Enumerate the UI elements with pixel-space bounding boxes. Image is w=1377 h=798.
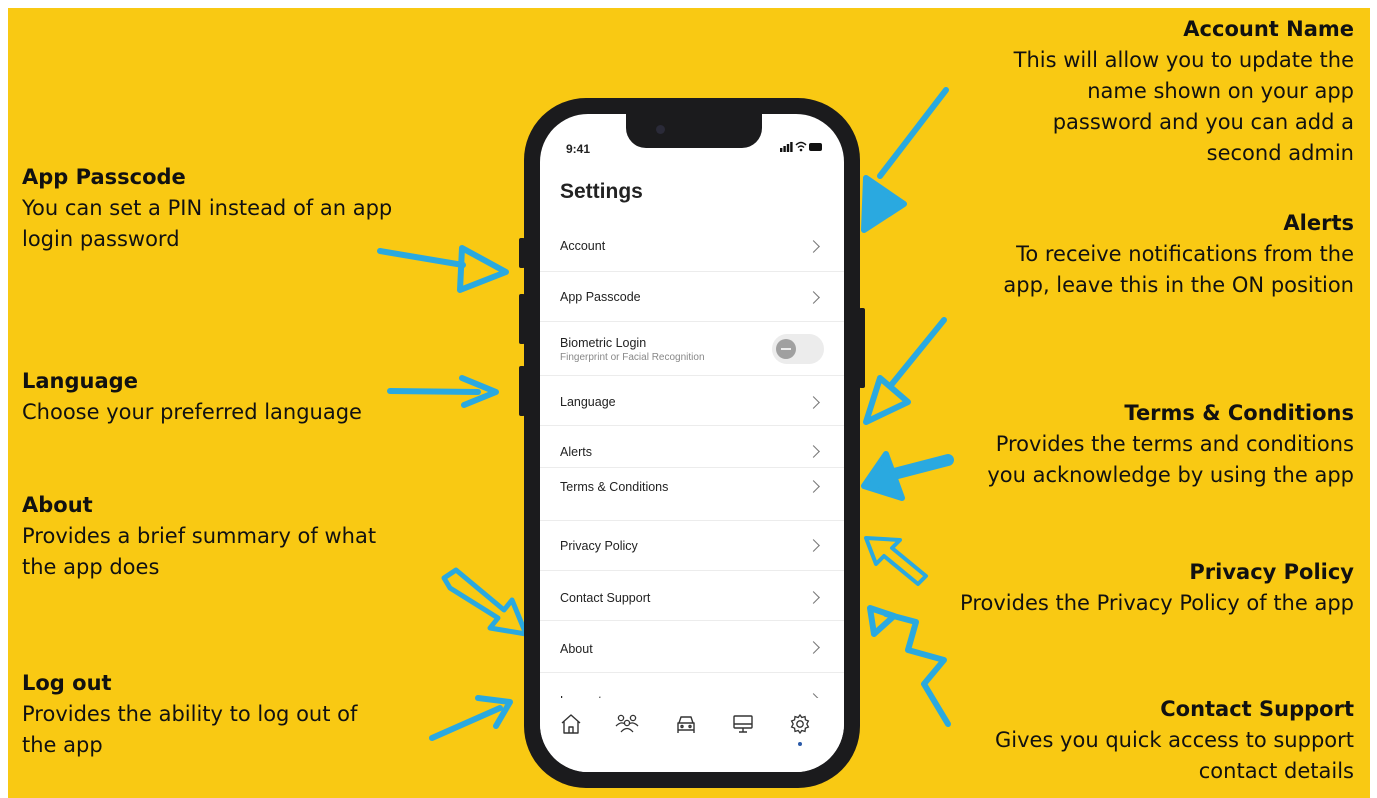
home-icon[interactable] bbox=[557, 710, 585, 738]
annotation-heading: Language bbox=[22, 369, 138, 393]
settings-title: Settings bbox=[560, 180, 643, 203]
arrow-alerts bbox=[863, 317, 947, 425]
annotation-line: second admin bbox=[1206, 141, 1354, 165]
annotation-line: name shown on your app bbox=[1087, 79, 1354, 103]
annotation-heading: About bbox=[22, 493, 93, 517]
annotation-terms-conditions: Terms & Conditions Provides the terms an… bbox=[987, 398, 1354, 491]
annotation-line: login password bbox=[22, 227, 180, 251]
annotation-line: Provides the ability to log out of bbox=[22, 702, 358, 726]
notch bbox=[626, 114, 762, 148]
settings-row-account[interactable]: Account bbox=[540, 222, 844, 272]
volume-down-button bbox=[519, 366, 525, 416]
active-tab-indicator bbox=[798, 742, 802, 746]
camera-icon bbox=[656, 125, 665, 134]
annotation-line: You can set a PIN instead of an app bbox=[22, 196, 393, 220]
arrow-language bbox=[387, 375, 499, 408]
chevron-right-icon bbox=[807, 240, 820, 253]
yellow-panel: App Passcode You can set a PIN instead o… bbox=[8, 8, 1370, 798]
annotation-language: Language Choose your preferred language bbox=[22, 366, 362, 428]
row-label: Privacy Policy bbox=[560, 539, 638, 553]
annotation-line: Provides the Privacy Policy of the app bbox=[960, 591, 1354, 615]
phone-screen: 9:41 Settings Account App Passcode Biome… bbox=[540, 114, 844, 772]
arrow-app-passcode bbox=[377, 245, 509, 293]
arrow-account bbox=[861, 87, 949, 233]
annotation-heading: Alerts bbox=[1283, 211, 1354, 235]
chevron-right-icon bbox=[807, 591, 820, 604]
annotation-heading: Log out bbox=[22, 671, 112, 695]
annotation-line: contact details bbox=[1198, 759, 1354, 783]
annotation-line: the app bbox=[22, 733, 103, 757]
settings-row-app-passcode[interactable]: App Passcode bbox=[540, 272, 844, 322]
annotation-line: Provides the terms and conditions bbox=[995, 432, 1354, 456]
annotation-heading: Contact Support bbox=[1160, 697, 1354, 721]
row-label: Language bbox=[560, 395, 616, 409]
chevron-right-icon bbox=[807, 396, 820, 409]
gear-icon[interactable] bbox=[786, 710, 814, 738]
annotation-privacy-policy: Privacy Policy Provides the Privacy Poli… bbox=[960, 557, 1354, 619]
chevron-right-icon bbox=[807, 641, 820, 654]
row-label: Account bbox=[560, 239, 606, 253]
power-button bbox=[859, 308, 865, 388]
arrow-contact-support bbox=[867, 605, 951, 727]
annotation-heading: Terms & Conditions bbox=[1124, 401, 1354, 425]
annotation-log-out: Log out Provides the ability to log out … bbox=[22, 668, 357, 761]
settings-row-privacy-policy[interactable]: Privacy Policy bbox=[540, 521, 844, 571]
biometric-toggle[interactable] bbox=[772, 334, 824, 364]
settings-row-terms-conditions[interactable]: Terms & Conditions bbox=[540, 468, 844, 521]
chevron-right-icon bbox=[807, 539, 820, 552]
canvas: App Passcode You can set a PIN instead o… bbox=[0, 0, 1377, 798]
tab-bar bbox=[540, 698, 844, 772]
annotation-line: Provides a brief summary of what bbox=[22, 524, 377, 548]
arrow-log-out bbox=[429, 695, 513, 741]
phone-frame: 9:41 Settings Account App Passcode Biome… bbox=[519, 98, 865, 788]
settings-row-contact-support[interactable]: Contact Support bbox=[540, 571, 844, 621]
people-icon[interactable] bbox=[613, 710, 641, 738]
chevron-right-icon bbox=[807, 480, 820, 493]
annotation-line: To receive notifications from the bbox=[1016, 242, 1354, 266]
row-label: Contact Support bbox=[560, 591, 651, 605]
row-label: App Passcode bbox=[560, 290, 641, 304]
annotation-line: Gives you quick access to support bbox=[994, 728, 1354, 752]
arrow-privacy bbox=[864, 536, 928, 586]
settings-row-language[interactable]: Language bbox=[540, 376, 844, 426]
annotation-contact-support: Contact Support Gives you quick access t… bbox=[995, 694, 1354, 787]
annotation-line: password and you can add a bbox=[1052, 110, 1354, 134]
annotation-app-passcode: App Passcode You can set a PIN instead o… bbox=[22, 162, 392, 255]
settings-row-alerts[interactable]: Alerts bbox=[540, 426, 844, 468]
settings-row-about[interactable]: About bbox=[540, 621, 844, 673]
row-label: Terms & Conditions bbox=[560, 480, 669, 494]
chevron-right-icon bbox=[807, 445, 820, 458]
annotation-heading: Account Name bbox=[1183, 17, 1354, 41]
annotation-account-name: Account Name This will allow you to upda… bbox=[1014, 14, 1354, 169]
row-label: Biometric Login bbox=[560, 336, 647, 350]
arrow-about bbox=[441, 567, 529, 637]
car-icon[interactable] bbox=[672, 710, 700, 738]
volume-up-button bbox=[519, 294, 525, 344]
monitor-icon[interactable] bbox=[729, 710, 757, 738]
row-sublabel: Fingerprint or Facial Recognition bbox=[560, 352, 705, 363]
row-label: About bbox=[560, 642, 593, 656]
annotation-heading: Privacy Policy bbox=[1189, 560, 1354, 584]
annotation-alerts: Alerts To receive notifications from the… bbox=[1003, 208, 1354, 301]
toggle-knob bbox=[776, 339, 796, 359]
mute-switch bbox=[519, 238, 525, 268]
annotation-line: Choose your preferred language bbox=[22, 400, 362, 424]
annotation-about: About Provides a brief summary of what t… bbox=[22, 490, 376, 583]
annotation-heading: App Passcode bbox=[22, 165, 186, 189]
annotation-line: the app does bbox=[22, 555, 160, 579]
chevron-right-icon bbox=[807, 291, 820, 304]
status-time: 9:41 bbox=[566, 142, 591, 156]
row-label: Alerts bbox=[560, 445, 592, 459]
status-icons bbox=[780, 141, 822, 152]
arrow-terms bbox=[861, 451, 954, 501]
annotation-line: app, leave this in the ON position bbox=[1003, 273, 1354, 297]
annotation-line: This will allow you to update the bbox=[1013, 48, 1354, 72]
annotation-line: you acknowledge by using the app bbox=[987, 463, 1354, 487]
settings-row-biometric-login: Biometric Login Fingerprint or Facial Re… bbox=[540, 322, 844, 376]
